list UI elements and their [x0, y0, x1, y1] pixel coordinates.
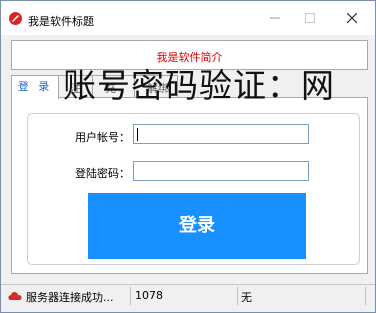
- username-label: 用户帐号：: [75, 131, 130, 144]
- minimize-button[interactable]: [264, 8, 286, 28]
- maximize-icon: [305, 13, 315, 23]
- minimize-icon: [270, 17, 280, 19]
- close-icon: [347, 13, 357, 23]
- login-button[interactable]: 登录: [88, 193, 306, 259]
- text-caret: [137, 128, 138, 141]
- app-window: 我是软件标题 我是软件简介 登 录 注 充 解绑 用户帐号： 登陆密码： 登录 …: [0, 0, 376, 313]
- status-divider: [130, 287, 131, 305]
- username-input[interactable]: [133, 124, 309, 144]
- password-input[interactable]: [133, 161, 309, 181]
- tab-login[interactable]: 登 录: [11, 75, 59, 99]
- password-label: 登陆密码：: [75, 167, 130, 180]
- status-divider: [237, 287, 238, 305]
- overlay-text: 账号密码验证：网: [63, 66, 335, 105]
- window-title: 我是软件标题: [28, 15, 94, 28]
- status-count: 1078: [135, 289, 163, 302]
- app-logo-icon: [9, 12, 22, 25]
- close-button[interactable]: [341, 8, 363, 28]
- maximize-button[interactable]: [299, 8, 321, 28]
- status-bar: 服务器连接成功... 1078 无: [1, 284, 375, 307]
- status-divider: [365, 287, 366, 305]
- status-extra: 无: [241, 291, 252, 304]
- status-server: 服务器连接成功...: [26, 291, 114, 304]
- cloud-icon: [8, 292, 22, 300]
- title-bar[interactable]: 我是软件标题: [1, 1, 375, 35]
